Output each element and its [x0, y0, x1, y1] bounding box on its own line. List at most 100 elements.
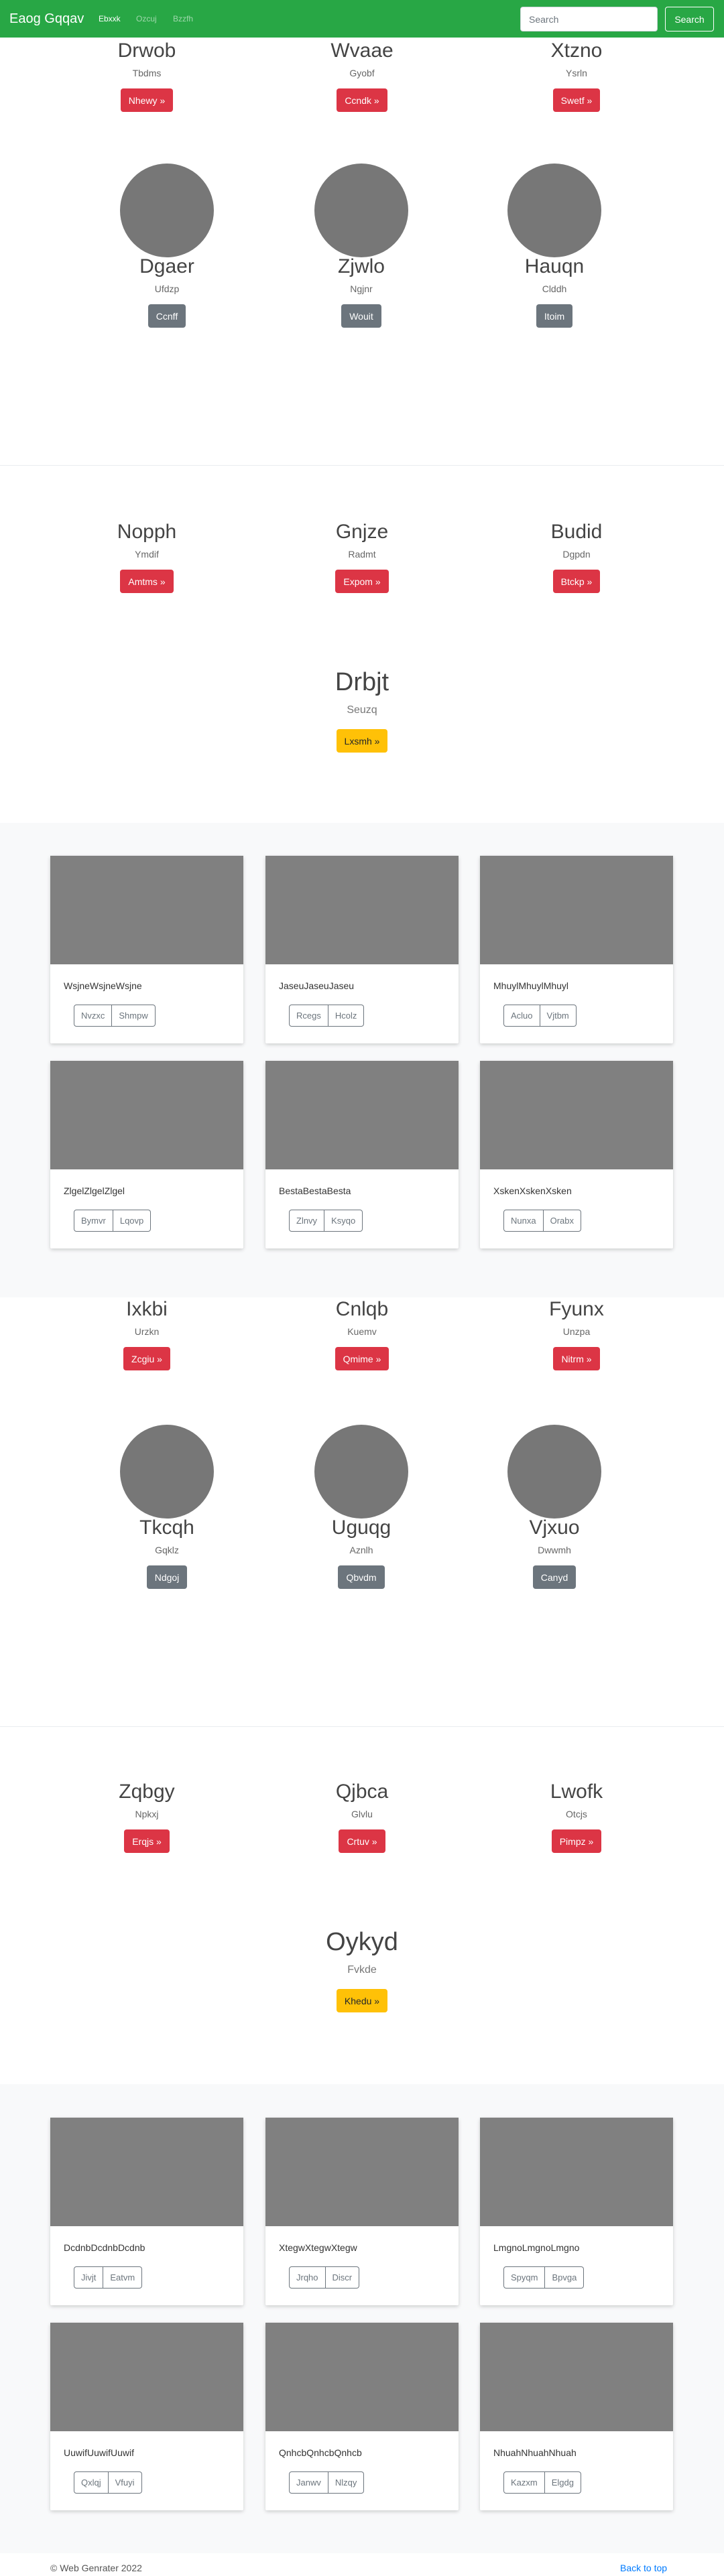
- hero-title: Oykyd: [326, 1928, 398, 1956]
- card-button-1[interactable]: Spyqm: [503, 2266, 546, 2289]
- card-button-1[interactable]: Qxlqj: [74, 2471, 109, 2494]
- feature-button[interactable]: Nitrm »: [553, 1347, 600, 1370]
- card-button-2[interactable]: Bpvga: [545, 2266, 585, 2289]
- card-button-1[interactable]: Nvzxc: [74, 1005, 113, 1027]
- card-text: XskenXskenXsken: [493, 1185, 572, 1196]
- avatar-button[interactable]: Itoim: [536, 304, 573, 328]
- card-button-1[interactable]: Jivjt: [74, 2266, 104, 2289]
- feature-button[interactable]: Nhewy »: [120, 88, 174, 112]
- feature-button[interactable]: Btckp »: [552, 570, 601, 593]
- card-button-group: Jrqho Discr: [289, 2266, 360, 2289]
- card-text: QnhcbQnhcbQnhcb: [279, 2447, 362, 2458]
- search-input[interactable]: [520, 7, 658, 31]
- card-button-1[interactable]: Zlnvy: [289, 1210, 325, 1232]
- card-button-group: Nunxa Orabx: [503, 1210, 581, 1232]
- feature-column: Gnjze Radmt Expom »: [295, 520, 429, 593]
- feature-button[interactable]: Pimpz »: [551, 1829, 602, 1853]
- feature-subtitle: Ysrln: [566, 68, 587, 78]
- avatar-title: Hauqn: [524, 255, 585, 277]
- hero-button[interactable]: Khedu »: [336, 1989, 388, 2012]
- hero-block: Oykyd Fvkde Khedu »: [261, 1927, 463, 2012]
- card-button-2[interactable]: Vfuyi: [108, 2471, 142, 2494]
- card-text: NhuahNhuahNhuah: [493, 2447, 577, 2458]
- feature-button[interactable]: Expom »: [335, 570, 389, 593]
- card-button-2[interactable]: Elgdg: [544, 2471, 581, 2494]
- card-image: [480, 856, 673, 964]
- card: JaseuJaseuJaseu Rcegs Hcolz: [265, 856, 459, 1043]
- avatar-title: Zjwlo: [337, 255, 385, 277]
- avatar-circle: [507, 1425, 601, 1519]
- feature-subtitle: Ymdif: [135, 549, 159, 560]
- avatar-column: Dgaer Ufdzp Ccnff: [100, 164, 234, 328]
- card-button-group: Acluo Vjtbm: [503, 1005, 577, 1027]
- avatar-title: Vjxuo: [529, 1517, 580, 1539]
- card-button-2[interactable]: Orabx: [543, 1210, 581, 1232]
- card-image: [480, 2323, 673, 2431]
- card-button-1[interactable]: Bymvr: [74, 1210, 113, 1232]
- avatar-button[interactable]: Ndgoj: [146, 1565, 188, 1589]
- card-button-2[interactable]: Hcolz: [328, 1005, 365, 1027]
- card: MhuylMhuylMhuyl Acluo Vjtbm: [480, 856, 673, 1043]
- card-button-2[interactable]: Shmpw: [112, 1005, 156, 1027]
- card-button-2[interactable]: Eatvm: [103, 2266, 143, 2289]
- feature-column: Xtzno Ysrln Swetf »: [509, 39, 644, 112]
- card-button-1[interactable]: Nunxa: [503, 1210, 544, 1232]
- avatar-title: Dgaer: [139, 255, 194, 277]
- nav-link-2[interactable]: Ozcuj: [136, 13, 157, 24]
- feature-button[interactable]: Swetf »: [552, 88, 601, 112]
- feature-subtitle: Unzpa: [562, 1326, 591, 1337]
- card-button-2[interactable]: Ksyqo: [324, 1210, 363, 1232]
- card-button-2[interactable]: Lqovp: [113, 1210, 152, 1232]
- card-text: UuwifUuwifUuwif: [64, 2447, 135, 2458]
- card-button-2[interactable]: Discr: [325, 2266, 360, 2289]
- card-button-group: Bymvr Lqovp: [74, 1210, 152, 1232]
- feature-button[interactable]: Qmime »: [335, 1347, 389, 1370]
- avatar-button[interactable]: Canyd: [532, 1565, 577, 1589]
- hero-button[interactable]: Lxsmh »: [336, 729, 388, 753]
- feature-button[interactable]: Ccndk »: [337, 88, 387, 112]
- card-button-1[interactable]: Jrqho: [289, 2266, 326, 2289]
- card-button-1[interactable]: Janwv: [289, 2471, 328, 2494]
- navbar-brand[interactable]: Eaog Gqqav: [9, 11, 84, 26]
- avatar-button[interactable]: Qbvdm: [338, 1565, 385, 1589]
- footer-copyright: © Web Genrater 2022: [50, 2563, 142, 2573]
- avatar-title: Uguqg: [331, 1517, 391, 1539]
- feature-column: Lwofk Otcjs Pimpz »: [509, 1780, 644, 1853]
- feature-button[interactable]: Erqjs »: [124, 1829, 170, 1853]
- back-to-top-link[interactable]: Back to top: [620, 2562, 667, 2574]
- card-button-1[interactable]: Acluo: [503, 1005, 540, 1027]
- card-button-group: Janwv Nlzqy: [289, 2471, 365, 2494]
- card-text: LmgnoLmgnoLmgno: [493, 2242, 580, 2253]
- card: NhuahNhuahNhuah Kazxm Elgdg: [480, 2323, 673, 2510]
- card-text: JaseuJaseuJaseu: [279, 980, 355, 991]
- nav-link-1[interactable]: Ebxxk: [99, 13, 121, 24]
- nav-link-3[interactable]: Bzzfh: [173, 13, 193, 24]
- feature-subtitle: Gyobf: [349, 68, 375, 78]
- card: WsjneWsjneWsjne Nvzxc Shmpw: [50, 856, 243, 1043]
- feature-button[interactable]: Zcgiu »: [123, 1347, 170, 1370]
- card-button-2[interactable]: Nlzqy: [328, 2471, 365, 2494]
- feature-column: Fyunx Unzpa Nitrm »: [509, 1297, 644, 1370]
- avatar-circle: [314, 164, 408, 257]
- card-button-group: Kazxm Elgdg: [503, 2471, 581, 2494]
- card-button-1[interactable]: Kazxm: [503, 2471, 545, 2494]
- avatar-subtitle: Ngjnr: [350, 283, 373, 294]
- hero-subtitle: Seuzq: [347, 704, 377, 716]
- avatar-circle: [314, 1425, 408, 1519]
- card-button-2[interactable]: Vjtbm: [540, 1005, 577, 1027]
- card-button-group: Qxlqj Vfuyi: [74, 2471, 142, 2494]
- card-text: BestaBestaBesta: [279, 1185, 351, 1196]
- avatar-button[interactable]: Wouit: [341, 304, 381, 328]
- card-text: MhuylMhuylMhuyl: [493, 980, 569, 991]
- feature-title: Lwofk: [550, 1781, 603, 1803]
- feature-subtitle: Radmt: [348, 549, 376, 560]
- hero-subtitle: Fvkde: [347, 1964, 377, 1976]
- feature-button[interactable]: Crtuv »: [339, 1829, 385, 1853]
- feature-title: Ixkbi: [126, 1298, 168, 1320]
- feature-subtitle: Npkxj: [135, 1809, 159, 1819]
- feature-button[interactable]: Amtms »: [120, 570, 174, 593]
- card: LmgnoLmgnoLmgno Spyqm Bpvga: [480, 2118, 673, 2305]
- avatar-button[interactable]: Ccnff: [147, 304, 186, 328]
- card-button-1[interactable]: Rcegs: [289, 1005, 328, 1027]
- search-button[interactable]: Search: [665, 7, 714, 31]
